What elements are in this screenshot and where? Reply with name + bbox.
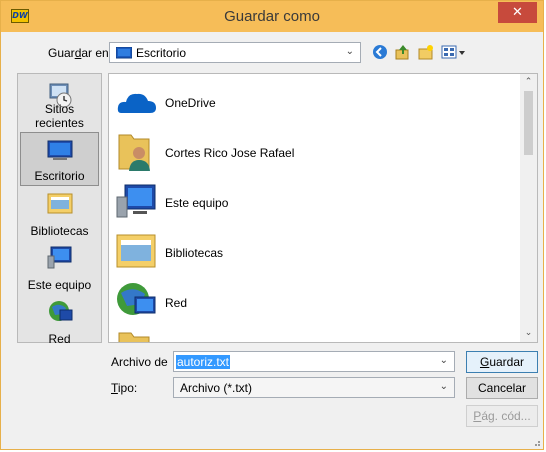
libraries-icon <box>116 234 156 268</box>
back-icon[interactable] <box>371 43 389 61</box>
place-recent[interactable]: Sitios recientes <box>20 78 99 132</box>
codepage-button[interactable]: Pág. cód... <box>466 405 538 427</box>
new-folder-icon[interactable] <box>417 43 435 61</box>
list-item[interactable]: Red <box>115 277 515 325</box>
place-label: Red <box>48 332 71 346</box>
file-name: OneDrive <box>165 96 216 110</box>
save-in-dropdown[interactable]: Escritorio ⌄ <box>109 42 361 63</box>
filename-combo[interactable]: autoriz.txt ⌄ <box>173 351 455 372</box>
desktop-small-icon <box>116 47 132 59</box>
resize-grip-icon[interactable] <box>531 437 541 447</box>
file-name: Cortes Rico Jose Rafael <box>165 146 295 160</box>
this-pc-icon <box>47 246 71 269</box>
network-icon <box>117 283 156 315</box>
dialog-title: Guardar como <box>224 8 320 25</box>
view-menu-icon[interactable] <box>441 43 467 61</box>
vertical-scrollbar[interactable]: ⌃ ⌄ <box>520 74 537 342</box>
chevron-down-icon: ⌄ <box>345 46 354 57</box>
filename-label: Archivo de <box>111 355 168 369</box>
list-item[interactable]: Cortes Rico Jose Rafael <box>115 127 515 175</box>
place-libraries[interactable]: Bibliotecas <box>20 186 99 240</box>
file-name: Bibliotecas <box>165 246 224 260</box>
title-bar[interactable]: DW Guardar como ✕ <box>1 1 543 32</box>
save-in-value: Escritorio <box>136 46 187 60</box>
chevron-down-icon: ⌄ <box>439 381 448 392</box>
file-name: Este equipo <box>165 196 229 210</box>
place-label: Bibliotecas <box>30 224 89 238</box>
places-bar: Sitios recientes Escritorio Bibliotecas <box>17 73 102 346</box>
place-desktop[interactable]: Escritorio <box>20 132 99 186</box>
libraries-icon <box>47 193 72 214</box>
list-item[interactable]: OneDrive <box>115 77 515 125</box>
up-folder-icon[interactable] <box>394 43 412 61</box>
network-icon <box>48 301 72 321</box>
filetype-dropdown[interactable]: Archivo (*.txt) ⌄ <box>173 377 455 398</box>
list-item[interactable]: Este equipo <box>115 177 515 225</box>
scroll-up-icon[interactable]: ⌃ <box>520 74 537 91</box>
onedrive-icon <box>117 93 156 113</box>
save-button[interactable]: Guardar <box>466 351 538 373</box>
scroll-down-icon[interactable]: ⌄ <box>520 325 537 342</box>
chevron-down-icon: ⌄ <box>439 355 448 366</box>
cancel-button[interactable]: Cancelar <box>466 377 538 399</box>
user-folder-icon <box>118 134 150 171</box>
filetype-value: Archivo (*.txt) <box>180 381 253 395</box>
place-network[interactable]: Red <box>20 294 99 348</box>
close-button[interactable]: ✕ <box>498 2 537 23</box>
folder-icon <box>118 332 150 342</box>
scroll-thumb[interactable] <box>524 91 533 155</box>
save-as-dialog: DW Guardar como ✕ Guardar en: Escritorio… <box>0 0 544 450</box>
place-label: Escritorio <box>34 169 85 183</box>
place-this-pc[interactable]: Este equipo <box>20 240 99 294</box>
filetype-label: Tipo: <box>111 381 138 395</box>
save-in-label: Guardar en: <box>48 46 113 60</box>
place-label: Sitios recientes <box>35 102 84 130</box>
list-item[interactable] <box>115 327 515 342</box>
this-pc-icon <box>116 184 156 218</box>
file-list[interactable]: OneDrive Cortes Rico Jose Rafael Este eq… <box>108 73 538 343</box>
list-item[interactable]: Bibliotecas <box>115 227 515 275</box>
desktop-icon <box>47 140 72 160</box>
place-label: Este equipo <box>27 278 92 292</box>
filename-input[interactable]: autoriz.txt <box>176 355 231 369</box>
file-name: Red <box>165 296 188 310</box>
